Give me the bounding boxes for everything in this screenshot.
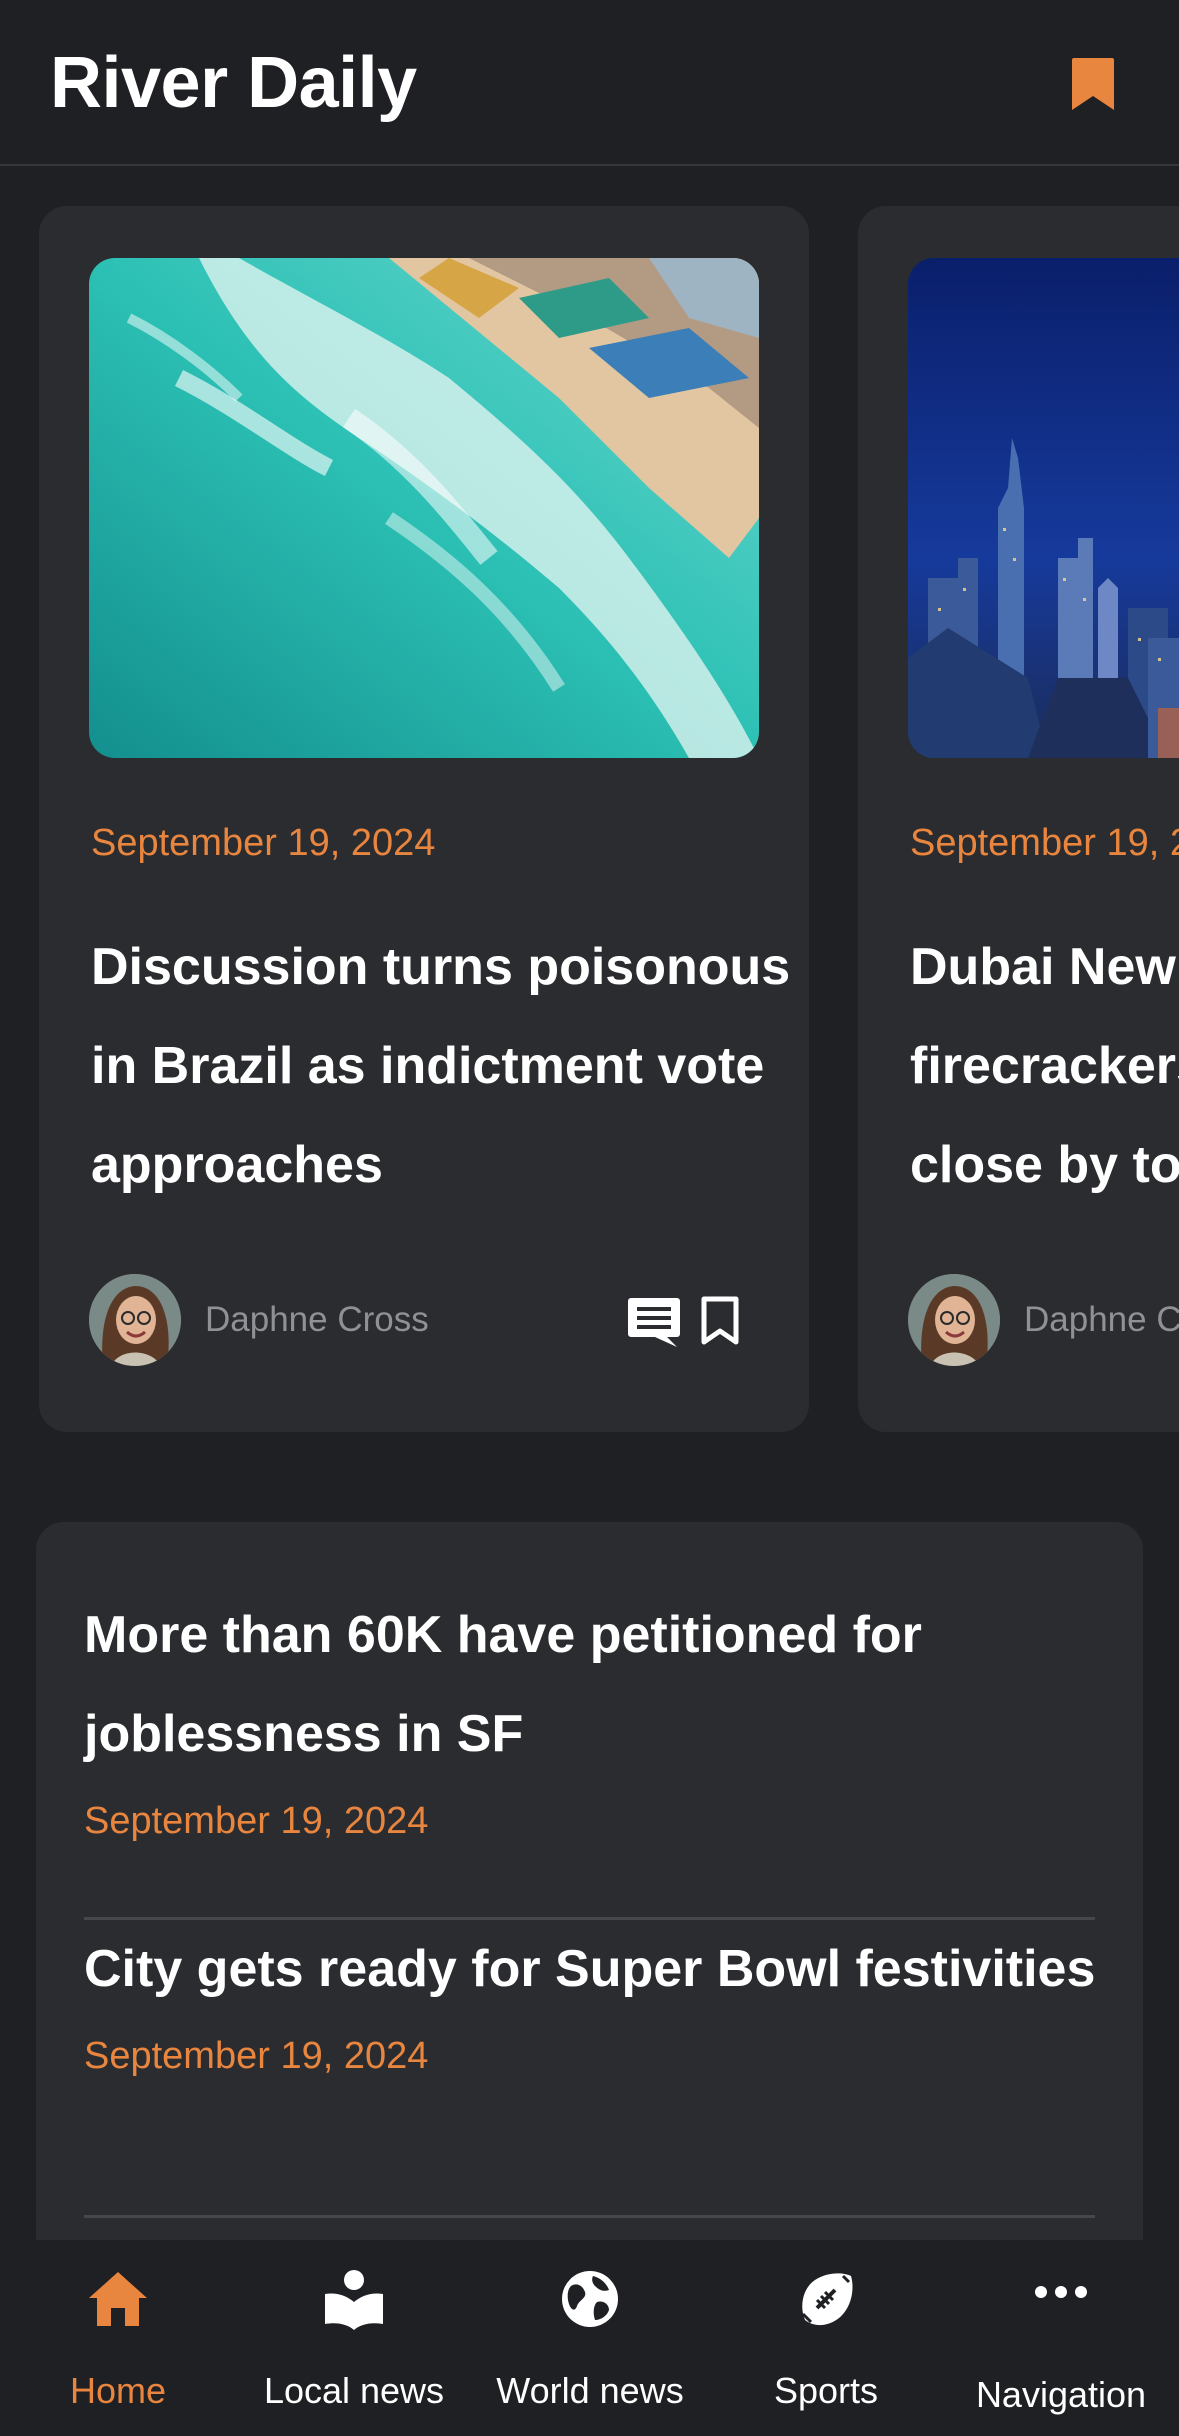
- app-screen: River Daily September 19, 2024 Discussio…: [0, 0, 1179, 2436]
- list-item[interactable]: City gets ready for Super Bowl festiviti…: [84, 1920, 1095, 2218]
- bookmark-icon[interactable]: [1070, 56, 1116, 112]
- card-date: September 19, 2024: [91, 822, 436, 864]
- card-footer: Daphne Cross: [908, 1274, 1179, 1368]
- list-item-title: City gets ready for Super Bowl festiviti…: [84, 1920, 1095, 2019]
- card-title[interactable]: Dubai New Year's Eve firecrackers go off…: [910, 918, 1179, 1215]
- nav-label: Home: [69, 2370, 167, 2411]
- list-item[interactable]: More than 60K have petitioned for jobles…: [84, 1586, 1095, 1920]
- author-name: Daphne Cross: [1024, 1300, 1179, 1339]
- bottom-navigation: Home Local news World news Sports Naviga…: [0, 2240, 1179, 2436]
- nav-item-sports[interactable]: Sports: [708, 2240, 944, 2436]
- app-title: River Daily: [50, 43, 417, 123]
- card-title-line: approaches: [91, 1136, 383, 1194]
- avatar[interactable]: [89, 1274, 181, 1366]
- local-news-icon: [325, 2270, 383, 2330]
- featured-card[interactable]: September 19, 2024 Discussion turns pois…: [39, 206, 809, 1432]
- list-title-line: joblessness in SF: [84, 1705, 524, 1763]
- featured-card[interactable]: September 19, 2024 Dubai New Year's Eve …: [858, 206, 1179, 1432]
- card-title-line: Discussion turns poisonous: [91, 938, 791, 996]
- nav-item-navigation[interactable]: Navigation: [943, 2240, 1179, 2436]
- author-name: Daphne Cross: [205, 1300, 429, 1339]
- bookmark-outline-icon[interactable]: [699, 1296, 741, 1346]
- card-title-line: Dubai New Year's Eve: [910, 938, 1179, 996]
- aerial-beach-image: [89, 258, 759, 758]
- card-title-line: firecrackers go off: [910, 1037, 1179, 1095]
- nav-item-local-news[interactable]: Local news: [236, 2240, 472, 2436]
- list-item-date: September 19, 2024: [84, 1800, 429, 1842]
- avatar[interactable]: [908, 1274, 1000, 1366]
- nav-label: Local news: [263, 2370, 445, 2411]
- list-item-title: More than 60K have petitioned for jobles…: [84, 1586, 1095, 1784]
- more-dots-icon: [1035, 2286, 1087, 2298]
- football-icon: [801, 2273, 853, 2326]
- nav-item-home[interactable]: Home: [0, 2240, 236, 2436]
- nav-label: World news: [496, 2370, 684, 2411]
- nav-label: Sports: [773, 2370, 879, 2411]
- card-footer: Daphne Cross: [89, 1274, 769, 1368]
- card-title-line: in Brazil as indictment vote: [91, 1037, 765, 1095]
- nav-item-world-news[interactable]: World news: [472, 2240, 708, 2436]
- dubai-skyline-image: [908, 258, 1179, 758]
- list-title-line: City gets ready for Super Bowl festiviti…: [84, 1940, 1096, 1998]
- card-title[interactable]: Discussion turns poisonous in Brazil as …: [91, 918, 791, 1215]
- nav-label: Navigation: [975, 2374, 1147, 2415]
- list-title-line: More than 60K have petitioned for: [84, 1606, 922, 1664]
- card-title-line: close by tower: [910, 1136, 1179, 1194]
- top-bar: River Daily: [0, 0, 1179, 166]
- featured-carousel[interactable]: September 19, 2024 Discussion turns pois…: [0, 206, 1179, 1434]
- comment-icon[interactable]: [627, 1296, 681, 1348]
- home-icon: [89, 2272, 147, 2326]
- list-item-date: September 19, 2024: [84, 2035, 429, 2077]
- globe-icon: [562, 2271, 618, 2327]
- card-date: September 19, 2024: [910, 822, 1179, 864]
